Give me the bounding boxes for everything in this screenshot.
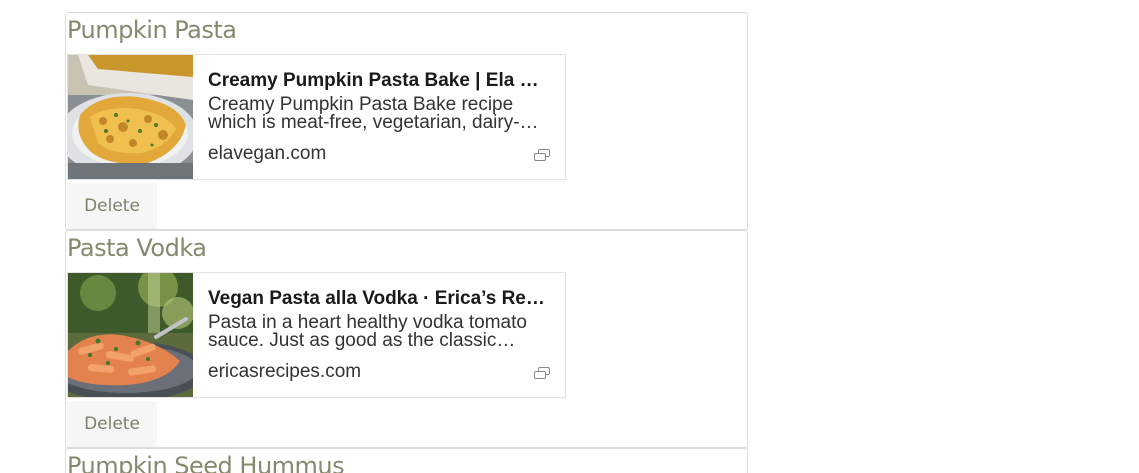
preview-description: Pasta in a heart healthy vodka tomato sa… <box>208 314 527 350</box>
external-link-icon <box>534 367 550 379</box>
link-preview[interactable]: Vegan Pasta alla Vodka · Erica’s Recipes… <box>67 272 566 398</box>
recipe-title: Pasta Vodka <box>67 234 207 262</box>
preview-title: Creamy Pumpkin Pasta Bake | Ela Vegan <box>208 70 548 91</box>
recipe-card: Pumpkin Seed Hummus <box>65 448 748 473</box>
recipe-title: Pumpkin Seed Hummus <box>67 452 345 473</box>
recipe-list: Pumpkin Pasta Creamy Pumpkin Pasta Bake … <box>65 12 748 473</box>
external-link-icon <box>534 149 550 161</box>
recipe-card: Pumpkin Pasta Creamy Pumpkin Pasta Bake … <box>65 12 748 230</box>
delete-button[interactable]: Delete <box>67 183 157 229</box>
preview-domain: ericasrecipes.com <box>208 361 362 382</box>
preview-domain: elavegan.com <box>208 143 327 164</box>
pumpkin-pasta-bake-photo <box>68 55 193 179</box>
preview-text: Creamy Pumpkin Pasta Bake | Ela Vegan Cr… <box>208 69 548 165</box>
preview-title: Vegan Pasta alla Vodka · Erica’s Recipes <box>208 288 548 309</box>
preview-description: Creamy Pumpkin Pasta Bake recipe which i… <box>208 96 520 132</box>
link-preview[interactable]: Creamy Pumpkin Pasta Bake | Ela Vegan Cr… <box>67 54 566 180</box>
recipe-title: Pumpkin Pasta <box>67 16 237 44</box>
preview-text: Vegan Pasta alla Vodka · Erica’s Recipes… <box>208 287 548 383</box>
delete-button[interactable]: Delete <box>67 401 157 447</box>
pasta-vodka-photo <box>68 273 193 397</box>
recipe-card: Pasta Vodka Vegan Pasta alla Vodka · Eri… <box>65 230 748 448</box>
